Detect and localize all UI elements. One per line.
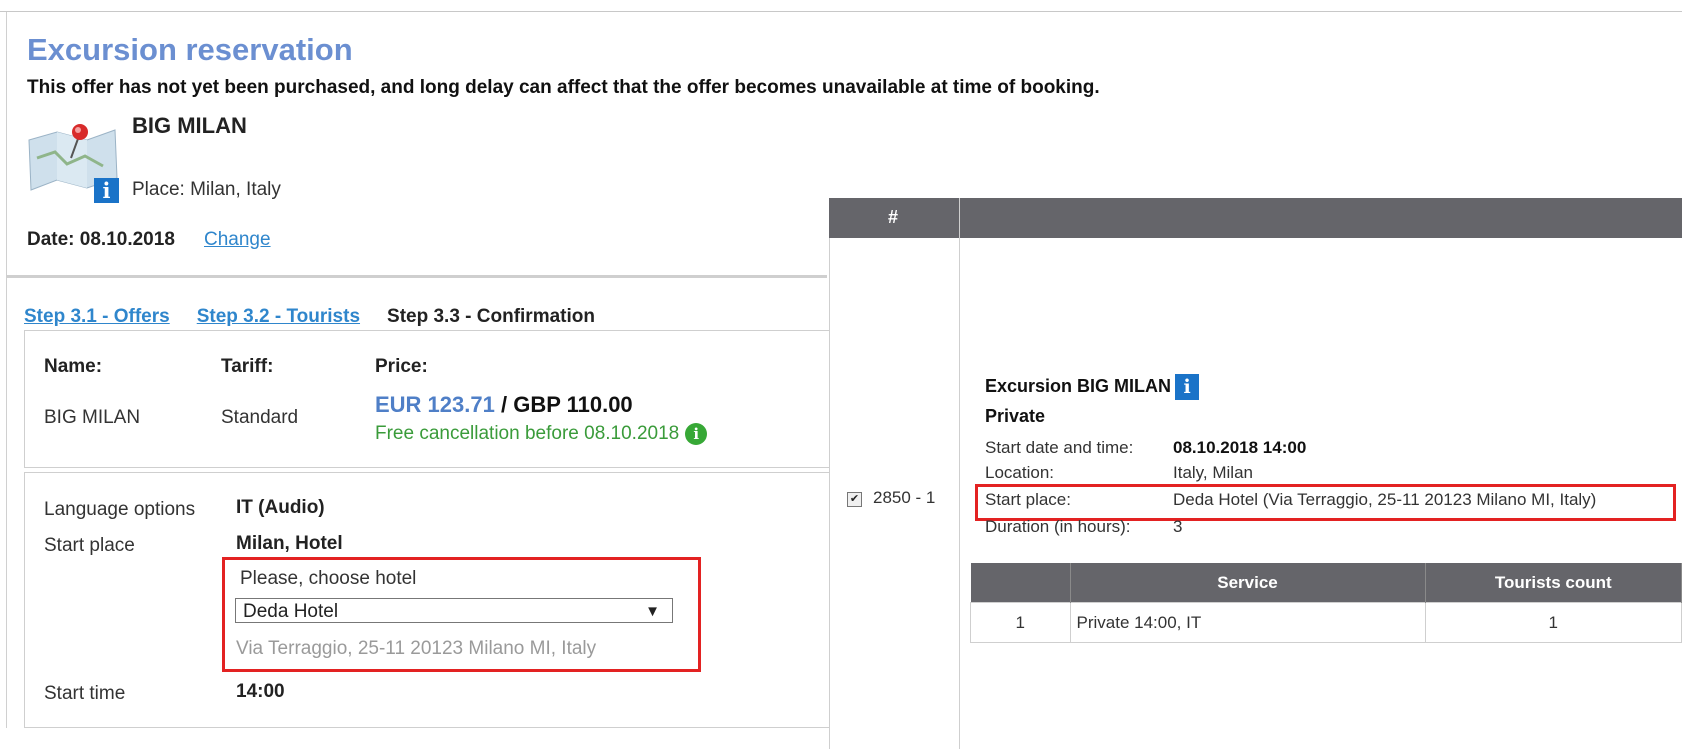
step-confirmation-current: Step 3.3 - Confirmation <box>387 306 595 327</box>
step-navigation: Step 3.1 - Offers Step 3.2 - Tourists Step… <box>24 306 595 328</box>
start-dt-label: Start date and time: <box>985 438 1134 457</box>
table-row: 1 Private 14:00, IT 1 <box>970 602 1682 643</box>
offer-name: BIG MILAN <box>132 113 247 138</box>
row-checkbox[interactable]: ✔ <box>847 492 862 507</box>
col-tourists-header: Tourists count <box>1425 563 1682 603</box>
warning-text: This offer has not yet been purchased, a… <box>27 77 1100 98</box>
service-table: Service Tourists count 1 Private 14:00, … <box>970 563 1682 643</box>
name-label: Name: <box>44 356 103 377</box>
price-label: Price: <box>375 356 428 377</box>
free-cancellation-text: Free cancellation before 08.10.2018 <box>375 423 680 445</box>
hotel-select[interactable]: Deda Hotel ▼ <box>235 598 673 623</box>
start-time-label: Start time <box>44 683 126 704</box>
confirmation-panel <box>829 198 1682 749</box>
row-tourists-count: 1 <box>1424 602 1682 643</box>
excursion-label: Excursion <box>985 375 1073 396</box>
excursion-info-icon[interactable]: i <box>1175 374 1200 400</box>
price-eur: EUR 123.71 <box>375 392 495 417</box>
panel-start-place-value: Deda Hotel (Via Terraggio, 25-11 20123 M… <box>1173 490 1597 509</box>
choose-hotel-label: Please, choose hotel <box>240 568 417 589</box>
start-time-value: 14:00 <box>236 681 285 702</box>
location-value: Italy, Milan <box>1173 463 1253 482</box>
section-divider <box>6 275 827 278</box>
location-label: Location: <box>985 463 1054 482</box>
language-value: IT (Audio) <box>236 497 325 518</box>
duration-label: Duration (in hours): <box>985 517 1131 536</box>
panel-start-place-label: Start place: <box>985 490 1071 509</box>
free-cancellation: Free cancellation before 08.10.2018 i <box>375 423 708 445</box>
page-title: Excursion reservation <box>27 32 353 67</box>
step-offers-link[interactable]: Step 3.1 - Offers <box>24 306 170 327</box>
excursion-title: Excursion BIG MILAN i <box>985 374 1200 400</box>
start-place-label: Start place <box>44 535 135 556</box>
tariff-value: Standard <box>221 407 299 428</box>
name-value: BIG MILAN <box>44 407 141 428</box>
hotel-select-value: Deda Hotel <box>243 601 339 622</box>
cancellation-info-icon[interactable]: i <box>685 423 708 445</box>
top-border <box>0 11 1682 12</box>
price-separator: / <box>494 392 514 417</box>
col-number-header <box>970 563 1071 603</box>
excursion-name: BIG MILAN <box>1077 375 1172 396</box>
row-service: Private 14:00, IT <box>1069 602 1426 643</box>
date-label: Date: 08.10.2018 <box>27 229 175 250</box>
row-id: 2850 - 1 <box>873 488 936 507</box>
price-value: EUR 123.71 / GBP 110.00 <box>375 392 633 418</box>
chevron-down-icon: ▼ <box>645 603 660 620</box>
row-number: 1 <box>970 602 1071 643</box>
start-dt-value: 08.10.2018 14:00 <box>1173 438 1307 457</box>
excursion-type: Private <box>985 406 1046 426</box>
table-header-row: Service Tourists count <box>970 563 1682 603</box>
header-hash: # <box>888 207 899 227</box>
hotel-address: Via Terraggio, 25-11 20123 Milano MI, It… <box>236 638 597 659</box>
step-tourists-link[interactable]: Step 3.2 - Tourists <box>197 306 360 327</box>
price-gbp: GBP 110.00 <box>513 392 633 417</box>
start-place-value: Milan, Hotel <box>236 533 343 554</box>
tariff-label: Tariff: <box>221 356 274 377</box>
col-service-header: Service <box>1070 563 1426 603</box>
change-date-link[interactable]: Change <box>204 229 271 251</box>
duration-value: 3 <box>1173 517 1183 536</box>
column-separator <box>959 198 960 749</box>
offer-place: Place: Milan, Italy <box>132 179 281 200</box>
left-border <box>6 12 7 728</box>
info-icon[interactable]: i <box>94 178 119 203</box>
language-label: Language options <box>44 499 196 520</box>
panel-header <box>829 198 1682 238</box>
